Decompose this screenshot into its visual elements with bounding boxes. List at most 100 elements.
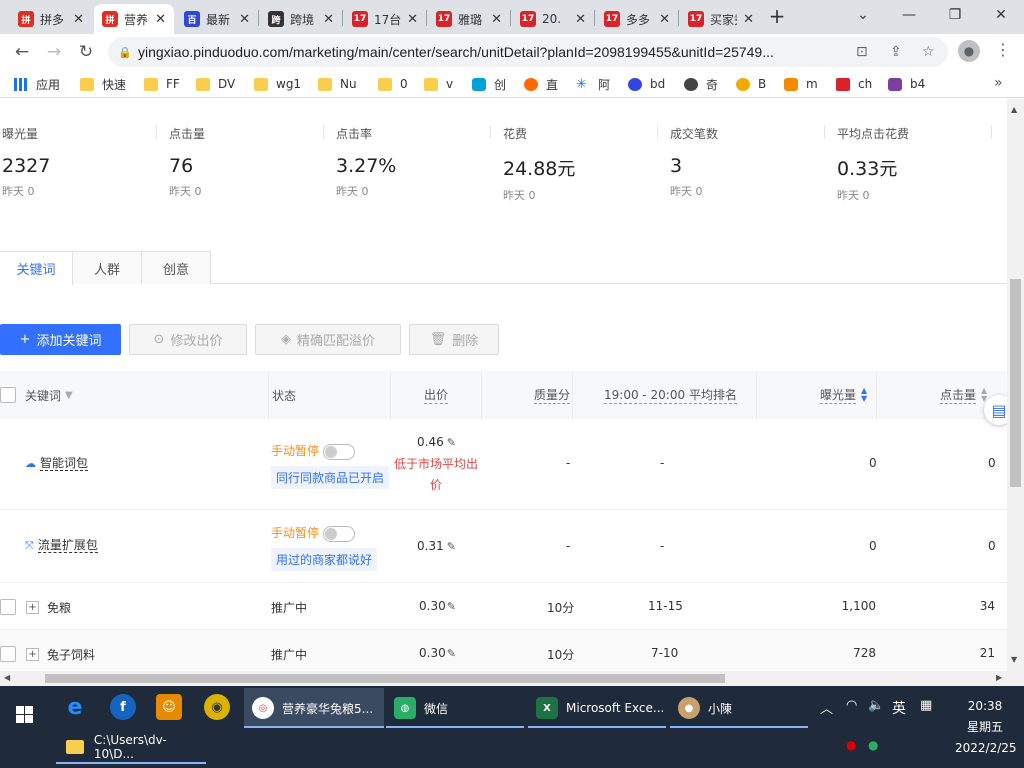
bookmark-folder[interactable]: 0 [378, 75, 408, 93]
restore-button[interactable]: ❐ [932, 0, 978, 30]
close-tab-icon[interactable]: ✕ [491, 12, 502, 27]
bookmark-folder[interactable]: FF [144, 75, 180, 93]
tray-expand-icon[interactable]: ︿ [820, 698, 833, 717]
tab-search-dropdown-icon[interactable]: ⌄ [840, 0, 886, 30]
browser-tab-active[interactable]: 拼 营养 ✕ [94, 4, 174, 34]
volume-icon[interactable]: 🔈 [868, 698, 884, 713]
horizontal-scrollbar[interactable]: ◀ ▶ [0, 671, 1024, 686]
package-name[interactable]: 流量扩展包 [37, 538, 98, 553]
browser-tab[interactable]: 百 最新 ✕ [176, 4, 258, 34]
bookmark-folder[interactable]: wg1 [254, 75, 301, 93]
internet-explorer-icon[interactable]: e [62, 694, 88, 720]
taskbar-chrome[interactable]: ◎ 营养豪华兔粮5... [244, 688, 384, 728]
browser-tab[interactable]: 17 20. ✕ [512, 4, 594, 34]
sort-icon[interactable]: ▲ ▼ [861, 387, 867, 403]
back-arrow-icon[interactable]: ← [10, 40, 34, 64]
browser-tab[interactable]: 跨 跨境 ✕ [260, 4, 342, 34]
edit-icon[interactable]: ✎ [447, 600, 456, 613]
close-tab-icon[interactable]: ✕ [743, 12, 754, 27]
profile-avatar-icon[interactable]: ● [958, 40, 980, 62]
new-tab-button[interactable]: + [766, 6, 788, 28]
close-tab-icon[interactable]: ✕ [323, 12, 334, 27]
bookmark-site[interactable]: m [784, 75, 818, 93]
row-checkbox[interactable] [0, 646, 16, 662]
taskbar-clock[interactable]: 20:38 星期五 2022/2/25 [955, 696, 1017, 759]
add-keyword-button[interactable]: + 添加关键词 [0, 324, 121, 355]
scroll-left-arrow-icon[interactable]: ◀ [4, 673, 10, 682]
bookmark-site[interactable]: ch [836, 75, 872, 93]
bookmark-apps[interactable]: 应用 [14, 75, 60, 93]
browser-tab[interactable]: 17 买家秀 ✕ [680, 4, 762, 34]
network-icon[interactable]: ◠ [846, 698, 857, 713]
vertical-scrollbar[interactable]: ▲ ▼ [1007, 99, 1024, 671]
bookmark-site[interactable]: ✳ 阿 [576, 75, 610, 93]
forward-arrow-icon[interactable]: → [42, 40, 66, 64]
expand-plus-icon[interactable]: + [26, 601, 39, 614]
qq-icon[interactable]: ● [846, 738, 856, 752]
scroll-right-arrow-icon[interactable]: ▶ [996, 673, 1002, 682]
filter-icon[interactable]: ▼ [65, 390, 73, 401]
bookmark-star-icon[interactable]: ☆ [922, 44, 935, 60]
header-impressions[interactable]: 曝光量 ▲ ▼ [820, 371, 867, 419]
bookmark-site[interactable]: bd [628, 75, 665, 93]
edit-icon[interactable]: ✎ [447, 540, 456, 553]
header-clicks[interactable]: 点击量 ▲ ▼ [940, 371, 987, 419]
tab-audience[interactable]: 人群 [72, 251, 142, 284]
close-tab-icon[interactable]: ✕ [575, 12, 586, 27]
select-all-checkbox[interactable] [0, 387, 16, 403]
browser-tab[interactable]: 17 雅璐 ✕ [428, 4, 510, 34]
tab-creative[interactable]: 创意 [141, 251, 211, 284]
windows-start-icon[interactable] [8, 694, 38, 724]
delete-button[interactable]: 🗑 删除 [409, 324, 499, 355]
browser-tab[interactable]: 17 多多 ✕ [596, 4, 678, 34]
ime-mode-icon[interactable]: ▦ [920, 698, 932, 713]
share-icon[interactable]: ⇪ [890, 44, 902, 60]
close-tab-icon[interactable]: ✕ [239, 12, 250, 27]
close-window-button[interactable]: ✕ [978, 0, 1024, 30]
bookmark-site[interactable]: 奇 [684, 75, 718, 93]
bookmark-folder[interactable]: 快速 [80, 75, 126, 93]
wechat-tray-icon[interactable]: ● [868, 738, 878, 752]
status-toggle[interactable] [323, 443, 356, 460]
bookmark-folder[interactable]: v [424, 75, 453, 93]
edit-icon[interactable]: ✎ [447, 436, 456, 449]
horizontal-scroll-thumb[interactable] [45, 674, 725, 683]
bookmark-site[interactable]: 创 [472, 75, 506, 93]
bookmark-site[interactable]: b4 [888, 75, 925, 93]
app-icon[interactable]: ◉ [204, 694, 230, 720]
minimize-button[interactable]: — [886, 0, 932, 30]
scroll-down-arrow-icon[interactable]: ▼ [1011, 655, 1017, 664]
scroll-up-arrow-icon[interactable]: ▲ [1011, 105, 1017, 114]
row-checkbox[interactable] [0, 599, 16, 615]
bookmarks-more-icon[interactable]: » [994, 75, 1003, 91]
browser-menu-icon[interactable]: ⋮ [995, 40, 1011, 59]
close-tab-icon[interactable]: ✕ [155, 12, 166, 27]
app-icon[interactable]: ☺ [156, 694, 182, 720]
package-name[interactable]: 智能词包 [40, 456, 89, 471]
browser-tab[interactable]: 17 17台 ✕ [344, 4, 426, 34]
bookmark-folder[interactable]: Nu [318, 75, 357, 93]
close-tab-icon[interactable]: ✕ [407, 12, 418, 27]
status-toggle[interactable] [323, 525, 356, 542]
vertical-scroll-thumb[interactable] [1010, 279, 1021, 487]
ime-indicator[interactable]: 英 [892, 698, 906, 718]
exact-match-premium-button[interactable]: ◈ 精确匹配溢价 [255, 324, 401, 355]
bookmark-site[interactable]: B [736, 75, 766, 93]
close-tab-icon[interactable]: ✕ [659, 12, 670, 27]
browser-tab[interactable]: 拼 拼多 ✕ [10, 4, 92, 34]
edit-icon[interactable]: ✎ [447, 647, 456, 660]
modify-bid-button[interactable]: ⊙ 修改出价 [129, 324, 247, 355]
close-tab-icon[interactable]: ✕ [73, 12, 84, 27]
expand-plus-icon[interactable]: + [26, 648, 39, 661]
translate-icon[interactable]: ⊡ [856, 44, 868, 60]
taskbar-wechat[interactable]: ◍ 微信 [386, 688, 524, 728]
flash-icon[interactable]: f [110, 694, 136, 720]
header-keyword[interactable]: 关键词 ▼ [25, 371, 73, 419]
address-bar[interactable]: 🔒 yingxiao.pinduoduo.com/marketing/main/… [108, 37, 948, 67]
taskbar-file-explorer[interactable]: C:\Users\dv-10\D... [56, 730, 206, 764]
taskbar-user-chat[interactable]: ● 小陳 [670, 688, 808, 728]
reload-icon[interactable]: ↻ [74, 40, 98, 64]
bookmark-folder[interactable]: DV [196, 75, 235, 93]
bookmark-site[interactable]: 直 [524, 75, 558, 93]
tab-keywords[interactable]: 关键词 [0, 251, 73, 285]
